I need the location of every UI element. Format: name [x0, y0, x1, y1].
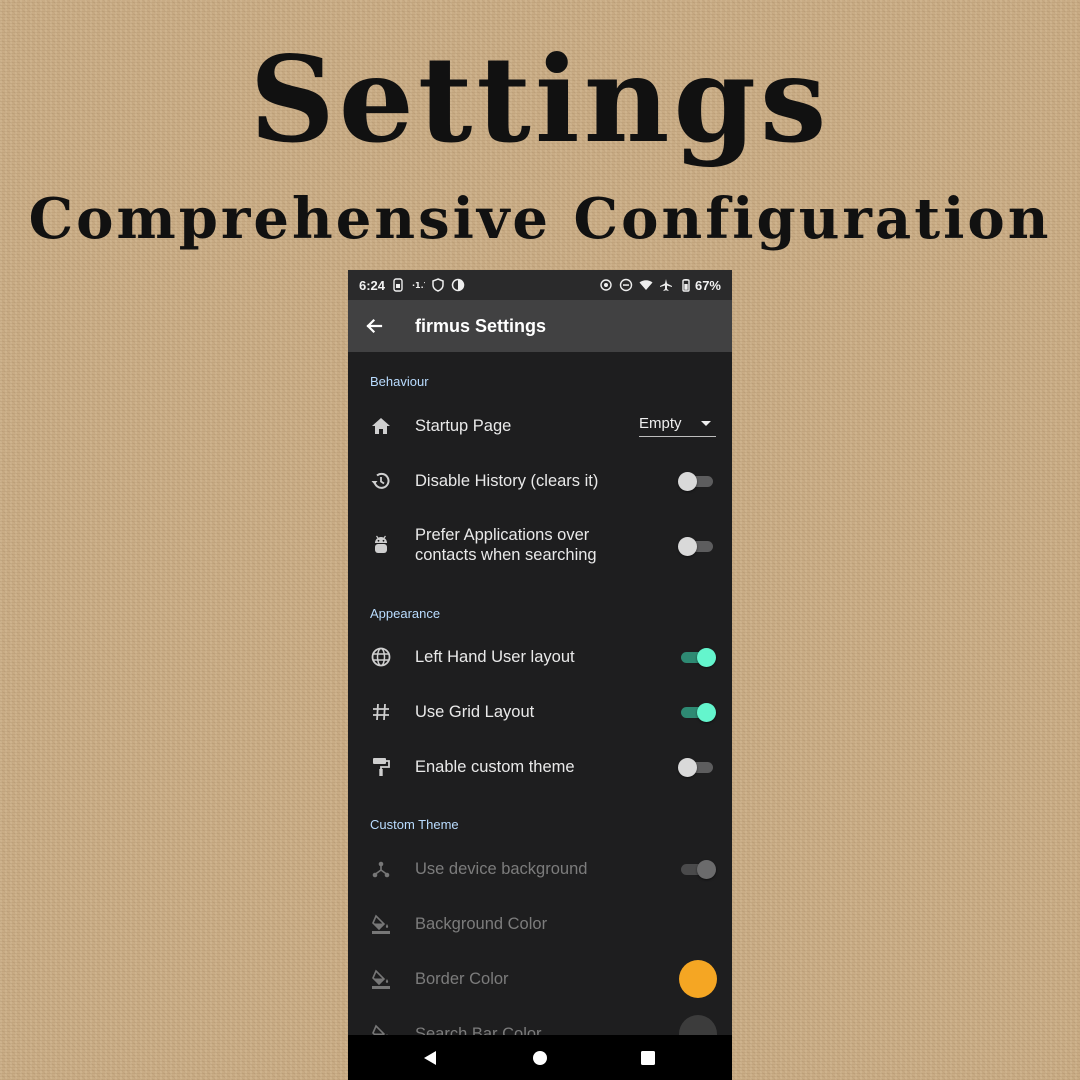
history-icon — [370, 470, 392, 492]
setting-border-color[interactable]: Border Color — [348, 958, 732, 1000]
dropdown-value: Empty — [639, 415, 682, 432]
square-recents-icon — [641, 1051, 655, 1065]
caret-down-icon — [701, 421, 711, 426]
setting-label: Use device background — [415, 860, 588, 878]
paint-roller-icon — [370, 756, 392, 778]
setting-label: Background Color — [415, 915, 548, 933]
setting-enable-custom-theme[interactable]: Enable custom theme — [348, 746, 732, 788]
setting-background-color[interactable]: Background Color — [348, 903, 732, 945]
do-not-disturb-icon — [619, 278, 633, 292]
status-time: 6:24 — [359, 277, 386, 293]
setting-grid-layout[interactable]: Use Grid Layout — [348, 691, 732, 733]
setting-search-bar-color[interactable]: Search Bar Color — [348, 1013, 732, 1035]
section-header-behaviour: Behaviour — [370, 374, 429, 389]
airplane-icon — [659, 278, 673, 292]
custom-theme-toggle[interactable] — [678, 756, 716, 778]
weather-icon: ·1.7 — [411, 278, 425, 292]
arrow-left-icon — [366, 318, 383, 334]
setting-disable-history[interactable]: Disable History (clears it) — [348, 460, 732, 502]
section-header-custom-theme: Custom Theme — [370, 817, 459, 832]
location-icon — [599, 278, 613, 292]
fill-bucket-icon — [370, 1023, 392, 1035]
nav-back-button[interactable] — [420, 1048, 440, 1068]
setting-label: Border Color — [415, 970, 509, 988]
battery-icon — [679, 278, 693, 292]
globe-icon — [370, 646, 392, 668]
system-nav-bar — [348, 1035, 732, 1080]
hashtag-icon — [370, 701, 392, 723]
setting-use-device-background[interactable]: Use device background — [348, 848, 732, 890]
fill-bucket-icon — [370, 968, 392, 990]
back-button[interactable] — [348, 300, 400, 352]
svg-text:·1.7: ·1.7 — [412, 281, 425, 290]
setting-startup-page[interactable]: Startup Page Empty — [348, 405, 732, 447]
setting-label: Prefer Applications over contacts when s… — [415, 526, 597, 564]
border-color-swatch[interactable] — [679, 960, 717, 998]
left-hand-layout-toggle[interactable] — [678, 646, 716, 668]
triangle-back-icon — [424, 1051, 436, 1065]
fill-bucket-icon — [370, 913, 392, 935]
grid-layout-toggle[interactable] — [678, 701, 716, 723]
nav-home-button[interactable] — [530, 1048, 550, 1068]
battery-level: 67% — [694, 277, 721, 293]
data-saver-icon — [451, 278, 465, 292]
setting-left-hand-layout[interactable]: Left Hand User layout — [348, 636, 732, 678]
home-icon — [370, 415, 392, 437]
page-title: firmus Settings — [415, 315, 547, 336]
banner-subtitle: Comprehensive Configuration — [28, 186, 1052, 252]
section-header-appearance: Appearance — [370, 606, 441, 621]
shield-icon — [431, 278, 445, 292]
setting-label: Enable custom theme — [415, 758, 575, 776]
setting-label: Use Grid Layout — [415, 703, 535, 721]
share-hub-icon — [370, 858, 392, 880]
prefer-applications-toggle[interactable] — [678, 535, 716, 557]
device-background-toggle[interactable] — [678, 858, 716, 880]
android-icon — [370, 534, 392, 556]
disable-history-toggle[interactable] — [678, 470, 716, 492]
circle-home-icon — [533, 1051, 547, 1065]
setting-prefer-applications[interactable]: Prefer Applications over contacts when s… — [348, 516, 732, 574]
app-bar: firmus Settings — [348, 300, 732, 352]
sim-icon — [391, 278, 405, 292]
wifi-icon — [639, 278, 653, 292]
setting-label: Left Hand User layout — [415, 648, 575, 666]
setting-label: Disable History (clears it) — [415, 472, 599, 490]
setting-label: Search Bar Color — [415, 1025, 542, 1035]
setting-label: Startup Page — [415, 417, 512, 435]
startup-page-dropdown[interactable]: Empty — [639, 411, 716, 437]
settings-list: Behaviour Startup Page Empty Disable His… — [348, 352, 732, 1035]
banner-title: Settings — [249, 30, 831, 169]
phone-screen: 6:24 ·1.7 — [348, 270, 732, 1080]
search-bar-color-swatch[interactable] — [679, 1015, 717, 1035]
nav-recents-button[interactable] — [638, 1048, 658, 1068]
status-bar: 6:24 ·1.7 — [348, 270, 732, 300]
